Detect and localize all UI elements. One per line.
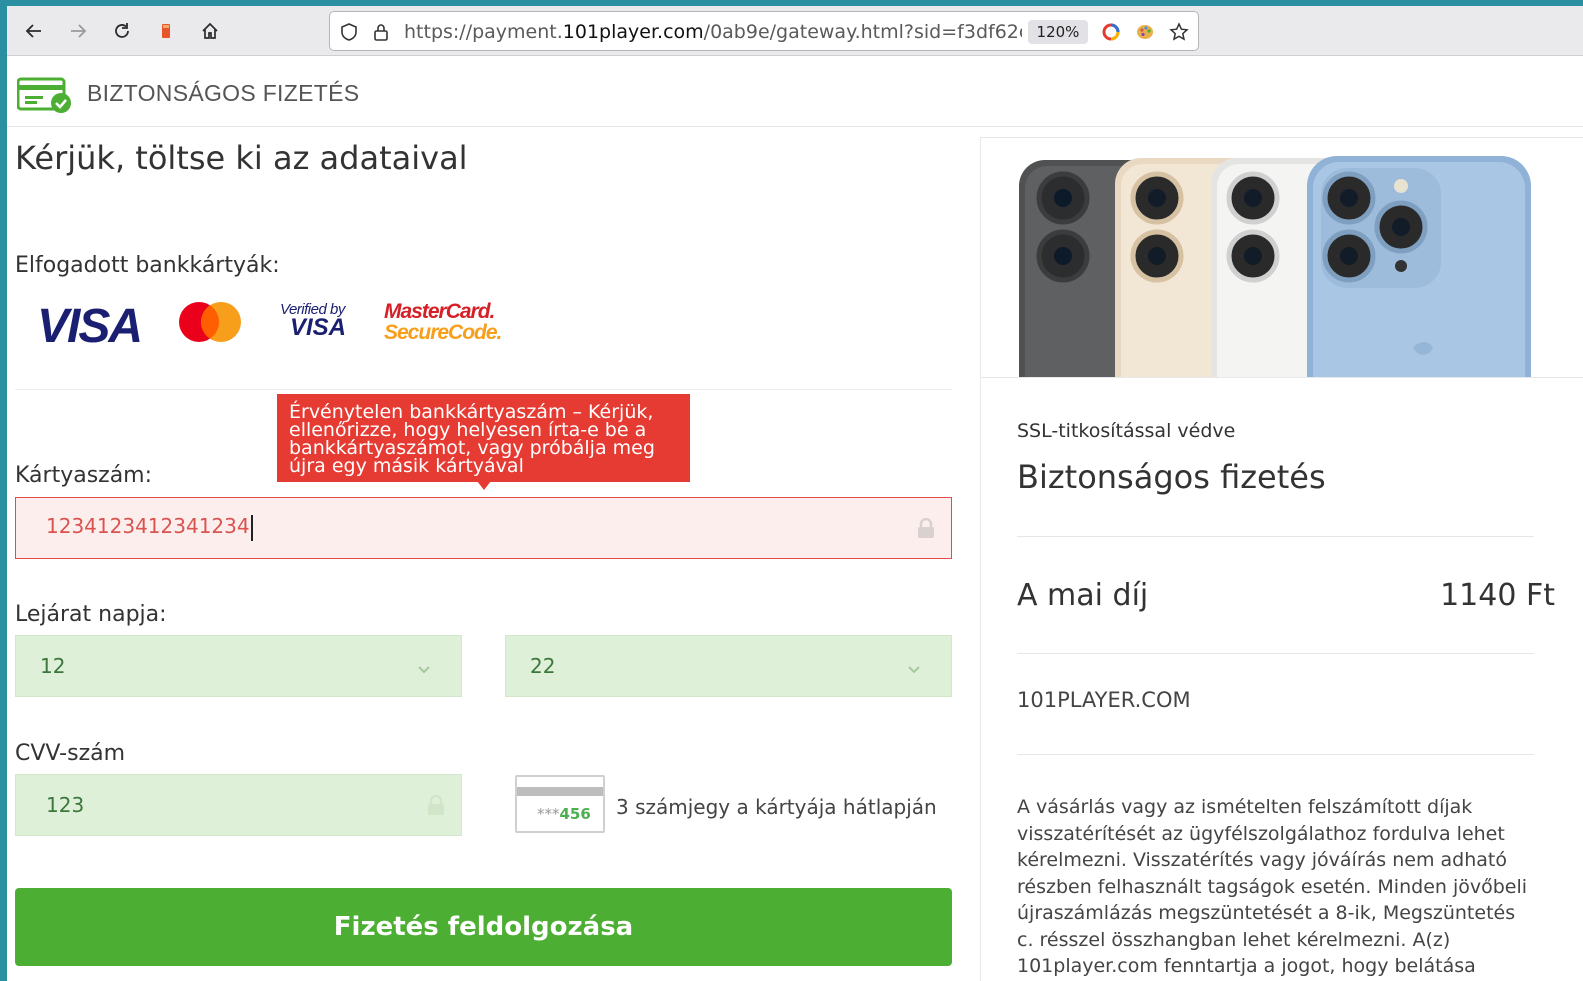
expiry-year-select[interactable]: 22 (505, 635, 952, 697)
cvv-value: 123 (46, 793, 85, 817)
secure-payment-icon (16, 77, 73, 113)
payment-page: BIZTONSÁGOS FIZETÉS Kérjük, töltse ki az… (7, 57, 1583, 981)
reload-icon[interactable] (107, 16, 137, 46)
mastercard-logo (177, 300, 243, 344)
divider (1017, 536, 1534, 537)
home-icon[interactable] (195, 16, 225, 46)
url-path: /0ab9e/gateway.html?sid=f3df62c (703, 21, 1022, 43)
cvv-label: CVV-szám (15, 741, 126, 766)
lock-icon (917, 517, 935, 538)
browser-toolbar: https://payment.101player.com/0ab9e/gate… (7, 6, 1583, 56)
lock-icon[interactable] (370, 21, 392, 43)
card-number-value: 1234123412341234 (46, 514, 253, 541)
visa-logo: VISA (37, 300, 143, 353)
url-prefix: https://payment. (404, 21, 563, 43)
expiry-year-value: 22 (530, 654, 556, 678)
expiry-month-select[interactable]: 12 (15, 635, 462, 697)
palette-icon[interactable] (1134, 21, 1156, 43)
cvv-sample-stars: *** (537, 805, 560, 823)
divider (1017, 754, 1534, 755)
header-title: BIZTONSÁGOS FIZETÉS (87, 80, 360, 106)
securecode-text: SecureCode. (384, 321, 502, 344)
fee-label: A mai díj (1017, 578, 1149, 613)
form-heading: Kérjük, töltse ki az adataival (15, 139, 468, 177)
ssl-text: SSL-titkosítással védve (1017, 420, 1236, 442)
browser-window: https://payment.101player.com/0ab9e/gate… (7, 6, 1583, 981)
card-logos: VISA Verified by VISA MasterCard. Secure… (32, 295, 512, 355)
verified-visa-text: VISA (290, 314, 347, 341)
card-number-label: Kártyaszám: (15, 463, 153, 488)
zoom-level-badge[interactable]: 120% (1028, 20, 1088, 44)
refund-terms: A vásárlás vagy az ismételten felszámíto… (1017, 796, 1528, 977)
text-cursor (250, 514, 253, 541)
fee-value: 1140 Ft (1440, 578, 1555, 613)
star-icon[interactable] (1168, 21, 1190, 43)
site-header: BIZTONSÁGOS FIZETÉS (7, 57, 1583, 127)
url-domain: 101player.com (562, 21, 704, 43)
cvv-sample: ***456 (537, 805, 591, 823)
cvv-hint: 3 számjegy a kártyája hátlapján (616, 795, 937, 819)
accepted-cards-label: Elfogadott bankkártyák: (15, 253, 280, 278)
forward-arrow-icon[interactable] (63, 16, 93, 46)
divider (15, 389, 952, 390)
chevron-down-icon (907, 660, 921, 674)
tooltip-arrow (477, 481, 491, 490)
cvv-input[interactable]: 123 (15, 774, 462, 836)
card-error-tooltip: Érvénytelen bankkártyaszám – Kérjük, ell… (277, 394, 690, 482)
product-image (981, 138, 1583, 378)
process-payment-button[interactable]: Fizetés feldolgozása (15, 888, 952, 966)
shield-icon[interactable] (338, 21, 360, 43)
color-ring-icon[interactable] (1100, 21, 1122, 43)
url-text[interactable]: https://payment.101player.com/0ab9e/gate… (404, 21, 1022, 43)
expiry-month-value: 12 (40, 654, 66, 678)
order-summary-panel: SSL-titkosítással védve Biztonságos fize… (980, 137, 1583, 981)
mastercard-securecode-logo: MasterCard. SecureCode. (384, 300, 502, 344)
verified-by-visa-logo: Verified by VISA (280, 301, 352, 345)
card-stripe (517, 787, 603, 796)
merchant-name: 101PLAYER.COM (1017, 688, 1191, 712)
extension-icon[interactable] (151, 16, 181, 46)
card-number-input[interactable]: 1234123412341234 (15, 497, 952, 559)
secure-payment-title: Biztonságos fizetés (1017, 458, 1326, 496)
address-bar[interactable]: https://payment.101player.com/0ab9e/gate… (329, 11, 1199, 51)
chevron-down-icon (417, 660, 431, 674)
mastercard-text: MasterCard. (384, 300, 495, 323)
divider (1017, 653, 1534, 654)
cvv-sample-digits: 456 (559, 805, 591, 823)
back-arrow-icon[interactable] (19, 16, 49, 46)
card-number-text: 1234123412341234 (46, 514, 250, 538)
expiry-label: Lejárat napja: (15, 602, 167, 627)
lock-icon (427, 794, 445, 815)
cvv-card-illustration: ***456 (515, 775, 605, 833)
